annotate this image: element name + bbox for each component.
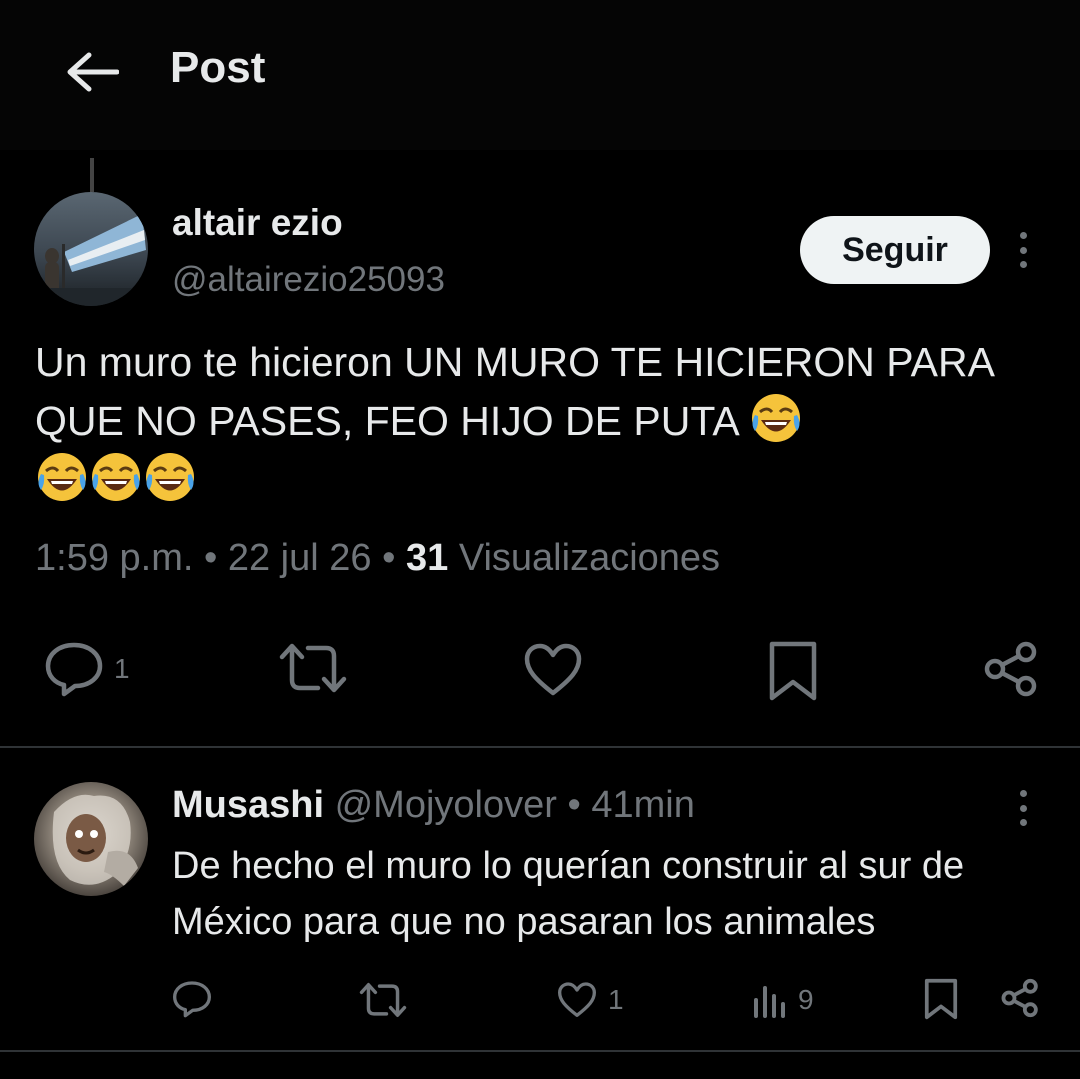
post-text: Un muro te hicieron UN MURO TE HICIERON … — [35, 334, 1045, 509]
reply-more-options-button[interactable] — [1013, 786, 1033, 830]
face-with-tears-of-joy-icon — [38, 453, 86, 501]
speech-bubble-icon — [45, 642, 103, 697]
vertical-dots-icon — [1019, 261, 1027, 268]
reply-like-count: 1 — [608, 984, 624, 1015]
reply-header: Musashi @Mojyolover • 41min — [172, 784, 695, 827]
reply-share-button[interactable] — [1000, 978, 1040, 1018]
author-avatar[interactable] — [34, 192, 148, 306]
post-metadata: 1:59 p.m. • 22 jul 26 • 31 Visualizacion… — [35, 537, 720, 580]
reply-reply-button[interactable] — [172, 980, 212, 1018]
reply-author-avatar[interactable] — [34, 782, 148, 896]
reply-author-handle[interactable]: @Mojyolover — [335, 784, 557, 826]
reply-views-button[interactable]: 9 — [752, 982, 814, 1018]
vertical-dots-icon — [1019, 232, 1027, 239]
like-button[interactable] — [523, 643, 583, 697]
divider — [0, 1050, 1080, 1052]
reply-view-count: 9 — [798, 984, 814, 1015]
avatar-image — [52, 794, 138, 886]
separator-dot: • — [382, 537, 396, 579]
views-count[interactable]: 31 — [406, 537, 448, 579]
vertical-dots-icon — [1019, 804, 1027, 812]
reply-repost-button[interactable] — [358, 982, 408, 1018]
post-body: Un muro te hicieron UN MURO TE HICIERON … — [35, 339, 993, 444]
bookmark-icon — [769, 641, 817, 701]
arrow-left-icon — [67, 52, 119, 92]
author-handle[interactable]: @altairezio25093 — [172, 260, 445, 300]
share-icon — [984, 641, 1037, 697]
divider — [0, 746, 1080, 748]
follow-button[interactable]: Seguir — [800, 216, 990, 284]
bookmark-icon — [924, 978, 958, 1020]
separator-dot: • — [203, 537, 218, 579]
heart-icon — [524, 643, 582, 696]
post-date: 22 jul 26 — [227, 537, 372, 579]
vertical-dots-icon — [1019, 246, 1027, 254]
share-icon — [1001, 978, 1038, 1018]
separator-dot: • — [567, 784, 581, 826]
avatar-image — [34, 214, 148, 306]
post-time: 1:59 p.m. — [35, 537, 194, 579]
bookmark-button[interactable] — [768, 640, 818, 702]
views-label[interactable]: Visualizaciones — [459, 537, 720, 579]
vertical-dots-icon — [1019, 790, 1027, 797]
more-options-button[interactable] — [1013, 228, 1033, 272]
face-with-tears-of-joy-icon — [146, 453, 194, 501]
reply-age: 41min — [591, 784, 695, 826]
repost-icon — [279, 643, 347, 693]
vertical-dots-icon — [1019, 819, 1027, 826]
repost-button[interactable] — [278, 642, 348, 694]
reply-author-name[interactable]: Musashi — [172, 784, 324, 826]
reply-text: De hecho el muro lo querían construir al… — [172, 845, 965, 943]
top-bar: Post — [0, 0, 1080, 150]
face-with-tears-of-joy-icon — [92, 453, 140, 501]
speech-bubble-icon — [173, 981, 211, 1018]
bar-chart-icon — [754, 986, 785, 1018]
page-title: Post — [170, 43, 266, 92]
reply-like-button[interactable]: 1 — [556, 982, 624, 1018]
author-name[interactable]: altair ezio — [172, 202, 343, 244]
thread-connector-line — [90, 158, 94, 192]
back-button[interactable] — [62, 44, 122, 100]
reply-button[interactable]: 1 — [44, 641, 130, 697]
reply-bookmark-button[interactable] — [924, 978, 958, 1020]
heart-icon — [558, 982, 596, 1017]
share-button[interactable] — [982, 640, 1040, 698]
face-with-tears-of-joy-icon — [751, 394, 800, 442]
reply-count: 1 — [114, 653, 130, 684]
repost-icon — [359, 983, 407, 1017]
